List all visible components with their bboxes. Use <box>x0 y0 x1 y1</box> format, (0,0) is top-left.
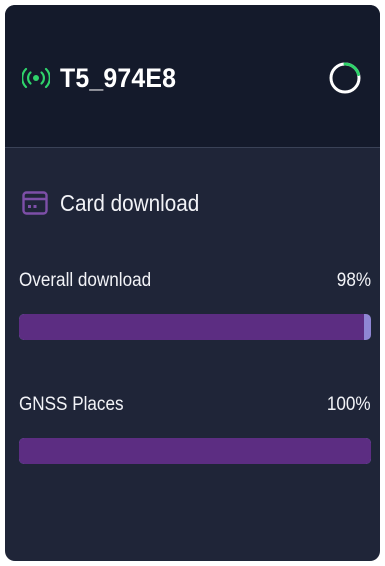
progress-value: 98% <box>336 270 371 291</box>
progress-label: GNSS Places <box>19 394 124 415</box>
spinner-icon <box>329 62 361 94</box>
progress-value: 100% <box>327 394 371 415</box>
card-header: T5_974E8 <box>5 5 380 148</box>
progress-label: Overall download <box>19 270 152 291</box>
device-card: T5_974E8 Card download Overall download … <box>5 5 380 561</box>
device-name: T5_974E8 <box>60 63 177 93</box>
progress-bar-fill <box>19 314 364 340</box>
sd-card-icon <box>22 191 48 215</box>
wifi-signal-icon <box>22 67 50 89</box>
card-download-title: Card download <box>60 190 200 216</box>
progress-bar <box>19 438 371 464</box>
card-download-section-header: Card download <box>5 185 380 221</box>
progress-bar <box>19 314 371 340</box>
progress-bar-fill <box>19 438 371 464</box>
